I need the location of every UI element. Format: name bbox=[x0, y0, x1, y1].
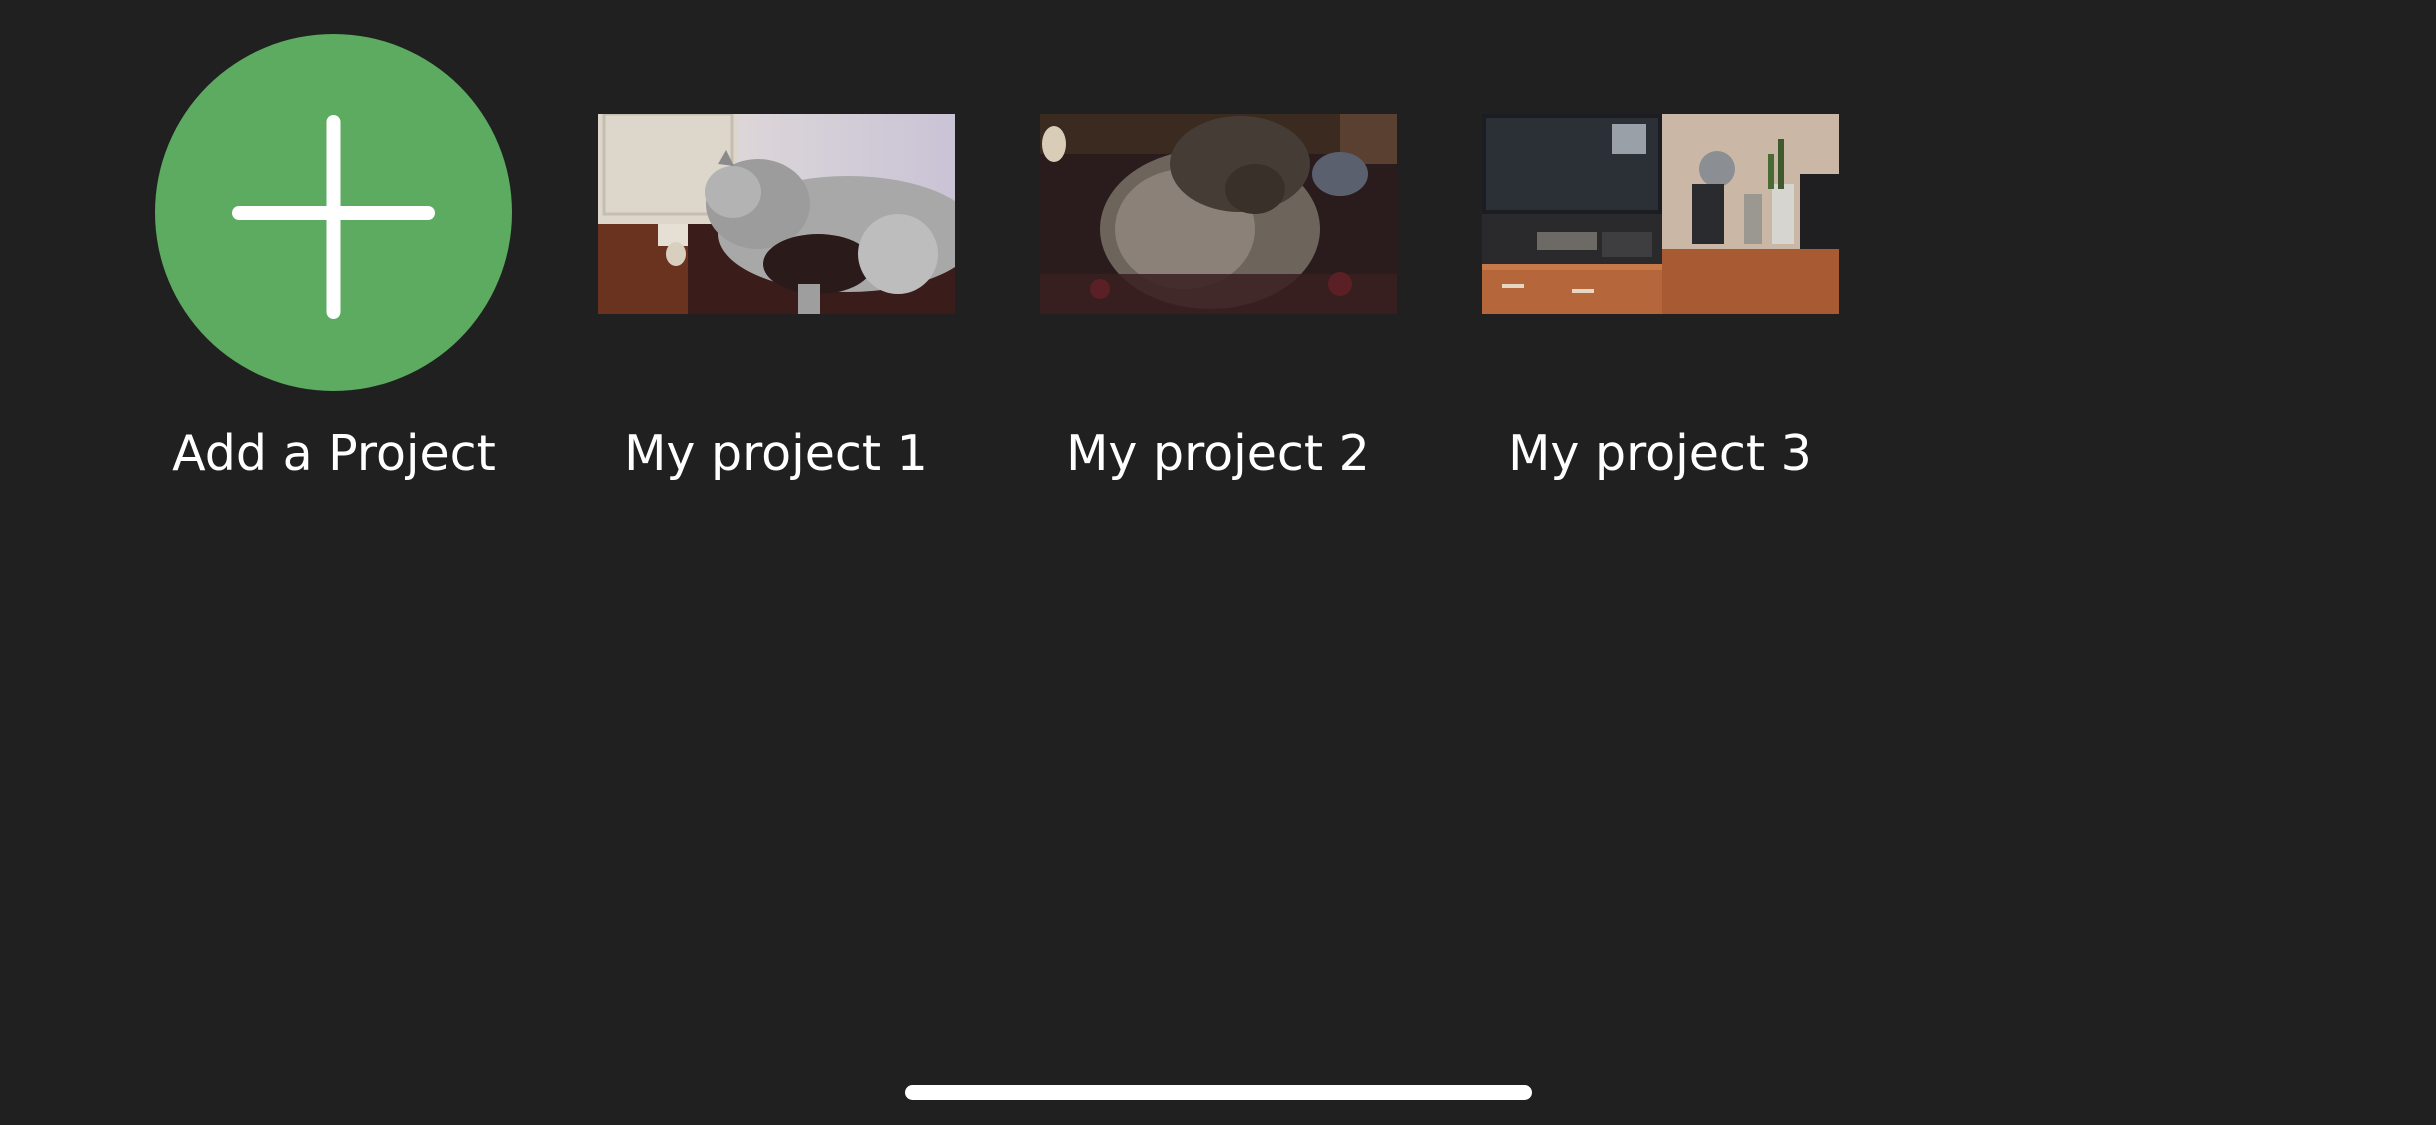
project-thumbnail-2[interactable] bbox=[1040, 114, 1397, 314]
project-tile-2[interactable]: My project 2 bbox=[1018, 34, 1418, 494]
cat-photo-thumbnail bbox=[1040, 114, 1397, 314]
project-title-2: My project 2 bbox=[1066, 425, 1370, 482]
add-project-circle[interactable] bbox=[155, 34, 512, 391]
project-thumbnail-3[interactable] bbox=[1482, 114, 1839, 314]
project-thumbnail-1[interactable] bbox=[598, 114, 955, 314]
add-project-label: Add a Project bbox=[172, 425, 496, 482]
project-tile-1[interactable]: My project 1 bbox=[576, 34, 976, 494]
cat-photo-thumbnail bbox=[598, 114, 955, 314]
plus-icon bbox=[232, 115, 435, 319]
tv-room-photo-thumbnail bbox=[1482, 114, 1839, 314]
project-title-3: My project 3 bbox=[1508, 425, 1812, 482]
project-tile-3[interactable]: My project 3 bbox=[1460, 34, 1860, 494]
home-indicator[interactable] bbox=[905, 1085, 1532, 1100]
project-title-1: My project 1 bbox=[624, 425, 928, 482]
projects-screen: Add a Project My project 1 My project 2 … bbox=[0, 0, 2436, 1125]
add-project-button[interactable]: Add a Project bbox=[134, 34, 534, 494]
